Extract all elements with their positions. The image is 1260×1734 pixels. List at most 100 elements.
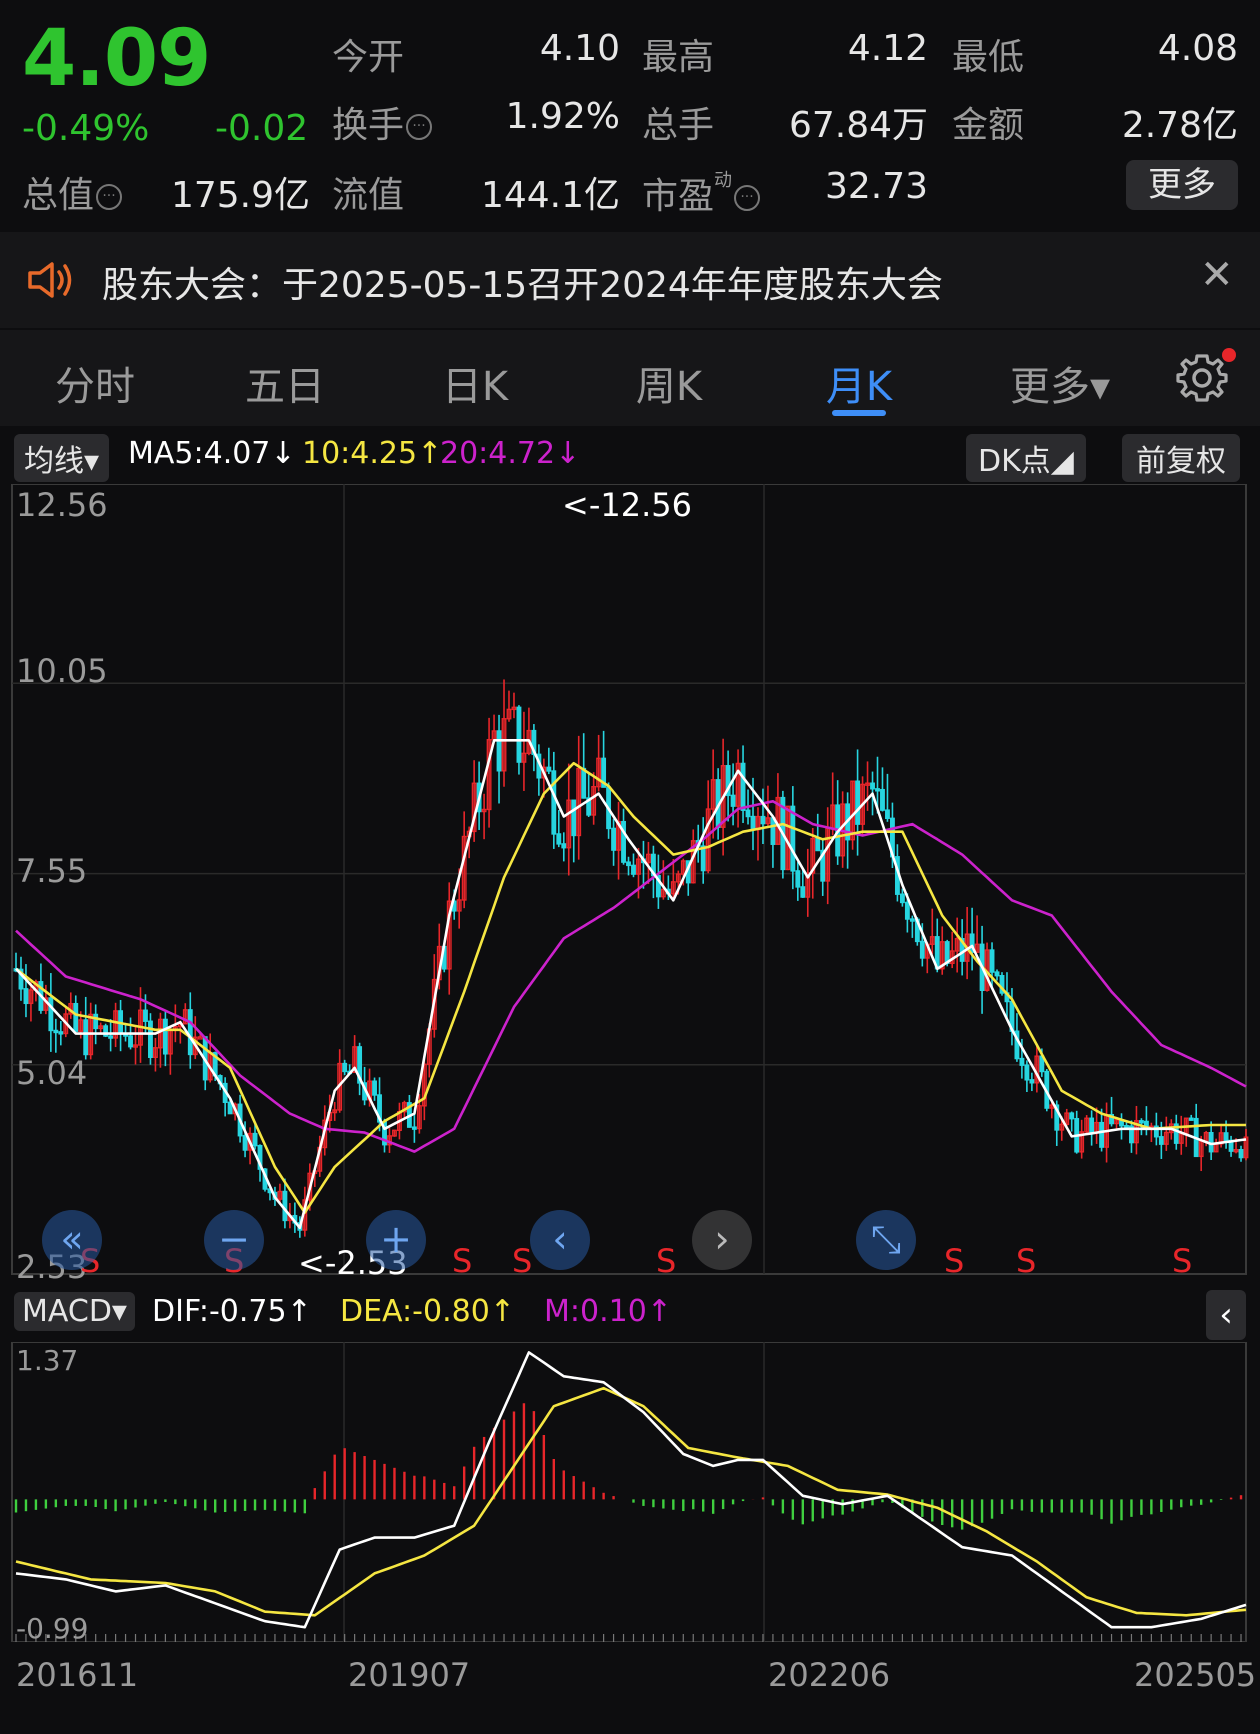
sell-signal: S — [452, 1242, 473, 1280]
macd-chart[interactable] — [0, 1342, 1260, 1642]
zoom-out-icon[interactable]: − — [204, 1210, 264, 1270]
zoom-in-icon[interactable]: + — [366, 1210, 426, 1270]
y-label-2: 10.05 — [16, 652, 108, 690]
tab-five-day[interactable]: 五日 — [230, 354, 340, 412]
candle-down — [1138, 1120, 1144, 1124]
candle-down — [740, 762, 746, 811]
macd-y-max: 1.37 — [16, 1344, 79, 1377]
candle-down — [372, 1080, 377, 1096]
sell-signal: S — [1016, 1242, 1037, 1280]
notification-dot — [1222, 348, 1236, 362]
notice-bar[interactable]: 股东大会：于2025-05-15召开2024年年度股东大会 ✕ — [0, 232, 1260, 328]
close-icon[interactable]: ✕ — [1200, 252, 1234, 298]
candle-down — [730, 794, 736, 807]
gear-icon[interactable] — [1176, 352, 1228, 404]
candle-down — [745, 809, 751, 818]
float-label: 流值 — [332, 175, 405, 216]
sell-signal: S — [512, 1242, 533, 1280]
scroll-right-icon[interactable]: › — [692, 1210, 752, 1270]
ma5-readout: MA5:4.07↓ — [128, 436, 296, 471]
tab-monthly-k[interactable]: 月K — [804, 354, 914, 412]
candle-down — [162, 1018, 168, 1055]
low-value: 4.08 — [1157, 28, 1238, 69]
candle-down — [516, 706, 522, 763]
scroll-left-icon[interactable]: ‹ — [530, 1210, 590, 1270]
dif-line — [15, 1351, 1247, 1629]
candle-down — [58, 1031, 64, 1035]
ma10-line — [15, 761, 1246, 1214]
candle-down — [875, 788, 880, 792]
candle-down — [1223, 1132, 1229, 1142]
x-label: 202505 — [1134, 1656, 1257, 1694]
mktcap-label[interactable]: 总值 ··· — [22, 166, 123, 218]
speaker-icon — [28, 262, 72, 298]
tab-weekly-k[interactable]: 周K — [614, 354, 724, 412]
kline-chart[interactable] — [0, 484, 1260, 1282]
high-label: 最高 — [642, 37, 715, 78]
candle-down — [496, 730, 502, 772]
active-tab-indicator — [832, 410, 886, 416]
candle-down — [855, 780, 861, 825]
sell-signal: S — [944, 1242, 965, 1280]
open-label: 今开 — [332, 37, 405, 78]
dk-point-button[interactable]: DK点◢ — [966, 434, 1086, 482]
ma-bar: 均线▾ MA5:4.07↓ 10:4.25↑ 20:4.72↓ DK点◢ 前复权 — [0, 430, 1260, 482]
adjust-button[interactable]: 前复权 — [1122, 434, 1240, 482]
float-value: 144.1亿 — [480, 175, 620, 216]
turnover-label[interactable]: 换手 ··· — [332, 96, 433, 148]
dea-readout: DEA:-0.80↑ — [340, 1294, 515, 1329]
tab-more[interactable]: 更多▾ — [1000, 354, 1120, 412]
candle-down — [252, 1132, 258, 1147]
candle-down — [815, 837, 821, 852]
amount-label: 金额 — [952, 105, 1025, 146]
y-label-4: 5.04 — [16, 1054, 88, 1092]
candle-down — [1019, 1057, 1025, 1066]
volume-value: 67.84万 — [788, 105, 928, 146]
candle-down — [411, 1126, 417, 1130]
tab-daily-k[interactable]: 日K — [420, 354, 530, 412]
x-label: 201611 — [16, 1656, 139, 1694]
change-value: -0.02 — [215, 108, 309, 149]
more-quote-button[interactable]: 更多 — [1126, 160, 1238, 210]
candle-down — [1124, 1125, 1129, 1129]
candle-down — [700, 845, 706, 872]
macd-y-min: -0.99 — [16, 1612, 89, 1645]
candle-down — [989, 949, 995, 973]
open-value: 4.10 — [539, 28, 620, 69]
candle-down — [1024, 1064, 1030, 1081]
ma10-readout: 10:4.25↑ — [302, 436, 443, 471]
candle-down — [53, 1029, 59, 1034]
candle-down — [994, 971, 1000, 977]
pe-value: 32.73 — [824, 166, 928, 207]
ma20-line — [15, 800, 1247, 1153]
candle-down — [242, 1135, 248, 1151]
candle-down — [909, 918, 915, 922]
candle-down — [342, 1062, 348, 1073]
candle-down — [1099, 1121, 1105, 1148]
fast-back-icon[interactable]: « — [42, 1210, 102, 1270]
y-label-3: 7.55 — [16, 852, 88, 890]
candle-down — [1029, 1079, 1035, 1084]
candle-down — [73, 1002, 79, 1032]
candle-down — [1188, 1117, 1194, 1121]
candle-down — [93, 1013, 99, 1030]
fullscreen-icon[interactable]: ⤡ — [856, 1210, 916, 1270]
candle-down — [128, 1035, 133, 1048]
collapse-panel-button[interactable]: ‹ — [1206, 1290, 1246, 1340]
max-price-marker: <-12.56 — [562, 486, 692, 524]
period-tabs: 分时 五日 日K 周K 月K 更多▾ — [0, 330, 1260, 426]
tab-intraday[interactable]: 分时 — [40, 354, 150, 412]
turnover-value: 1.92% — [505, 96, 620, 137]
quote-header: 4.09 -0.49% -0.02 总值 ··· 175.9亿 今开 4.10 换… — [0, 0, 1260, 230]
macd-selector[interactable]: MACD▾ — [14, 1292, 135, 1331]
candle-down — [282, 1190, 288, 1222]
candle-down — [750, 815, 756, 831]
m-readout: M:0.10↑ — [544, 1294, 672, 1329]
pe-label[interactable]: 市盈动··· — [642, 166, 761, 219]
candle-down — [880, 788, 885, 811]
ma20-readout: 20:4.72↓ — [440, 436, 581, 471]
ma-selector[interactable]: 均线▾ — [14, 434, 110, 482]
candle-down — [904, 901, 910, 920]
x-label: 202206 — [768, 1656, 891, 1694]
candle-down — [556, 833, 562, 845]
